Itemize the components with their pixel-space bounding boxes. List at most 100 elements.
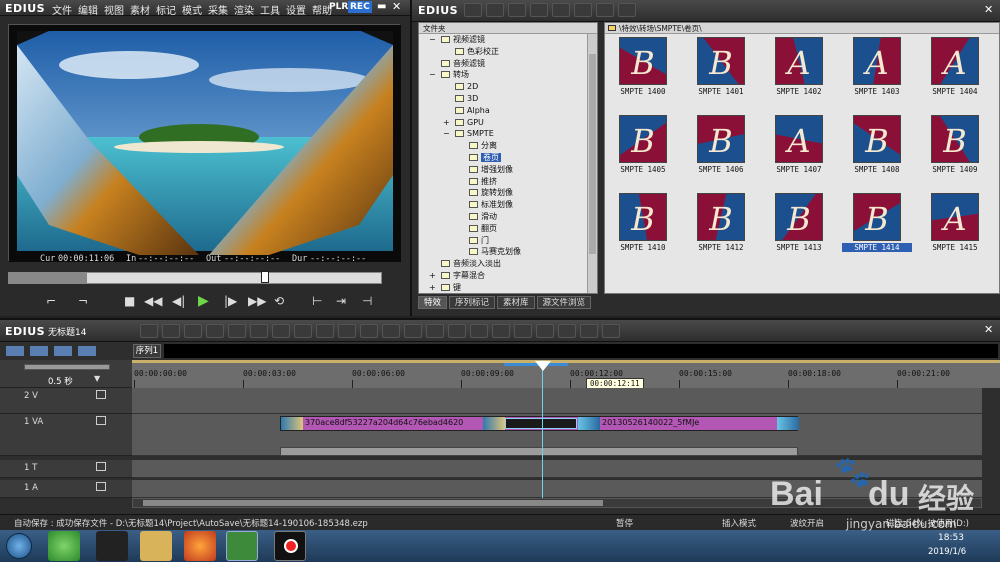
tree-item[interactable]: 2D <box>419 81 597 93</box>
search-icon[interactable] <box>574 3 592 17</box>
tree-item[interactable]: 马赛克划像 <box>419 246 597 258</box>
prev-frame-icon[interactable]: ◀| <box>172 294 185 308</box>
render-icon[interactable] <box>514 324 532 338</box>
thumbnail-label[interactable]: SMPTE 1401 <box>686 87 756 96</box>
up-icon[interactable] <box>486 3 504 17</box>
transition-thumbnail[interactable]: B <box>697 37 745 85</box>
audio-waveform-clip[interactable] <box>280 447 798 456</box>
tree-item[interactable]: − SMPTE <box>419 128 597 140</box>
tree-item[interactable]: 音频淡入淡出 <box>419 258 597 270</box>
track-toggle-icon[interactable] <box>96 462 106 471</box>
zoom-slider[interactable] <box>24 364 110 370</box>
undo-icon[interactable] <box>382 324 400 338</box>
tree-item[interactable]: 门 <box>419 235 597 247</box>
thumbnail-label[interactable]: SMPTE 1409 <box>920 165 990 174</box>
playback-scrubber[interactable] <box>8 271 382 284</box>
title-icon[interactable] <box>470 324 488 338</box>
transition-icon[interactable] <box>448 324 466 338</box>
folder-icon[interactable] <box>464 3 482 17</box>
stop-icon[interactable]: ■ <box>124 294 135 308</box>
tree-scrollbar[interactable] <box>587 34 597 293</box>
track-header[interactable]: 1 VA <box>0 414 132 456</box>
transition-thumbnail[interactable]: B <box>931 115 979 163</box>
copy-clip-icon[interactable] <box>272 324 290 338</box>
clock-time[interactable]: 18:53 <box>938 533 964 543</box>
transition-thumbnail[interactable]: B <box>619 37 667 85</box>
playhead-handle[interactable] <box>535 361 551 371</box>
tree-item[interactable]: 推挤 <box>419 176 597 188</box>
tree-item[interactable]: 3D <box>419 93 597 105</box>
transition-thumbnail[interactable]: A <box>775 115 823 163</box>
overwrite-icon[interactable]: ⇥ <box>336 294 346 308</box>
explorer-icon[interactable] <box>140 531 172 561</box>
transition-thumbnail[interactable]: B <box>853 115 901 163</box>
tree-item[interactable]: 滑动 <box>419 211 597 223</box>
tree-item[interactable]: − 视频滤镜 <box>419 34 597 46</box>
tree-toggle-icon[interactable]: + <box>429 282 436 293</box>
sequence-tab[interactable]: 序列1 <box>133 344 161 358</box>
transition-thumbnail[interactable]: A <box>931 193 979 241</box>
thumbnail-label[interactable]: SMPTE 1408 <box>842 165 912 174</box>
transition-thumbnail[interactable]: A <box>931 37 979 85</box>
tree-toggle-icon[interactable]: − <box>443 128 450 140</box>
transition-thumbnail[interactable]: B <box>697 193 745 241</box>
transition-block[interactable] <box>505 418 577 429</box>
thumbnail-label[interactable]: SMPTE 1404 <box>920 87 990 96</box>
transition-thumbnail[interactable]: B <box>775 193 823 241</box>
set-out-icon[interactable]: ¬ <box>78 294 88 308</box>
fast-forward-icon[interactable]: ▶▶ <box>248 294 266 308</box>
playhead-line[interactable] <box>542 360 543 500</box>
transition-thumbnail[interactable]: B <box>619 115 667 163</box>
thumbnail-label[interactable]: SMPTE 1410 <box>608 243 678 252</box>
thumbnail-label[interactable]: SMPTE 1414 <box>842 243 912 252</box>
minimize-icon[interactable]: ▬ <box>377 1 386 12</box>
tree-scroll-thumb[interactable] <box>589 54 596 254</box>
tree-item[interactable]: 翻页 <box>419 223 597 235</box>
marker-icon[interactable] <box>426 324 444 338</box>
thumbnail-label[interactable]: SMPTE 1415 <box>920 243 990 252</box>
start-button[interactable] <box>6 533 32 559</box>
edius-taskbar-icon[interactable] <box>226 531 258 561</box>
import-icon[interactable] <box>184 324 202 338</box>
tree-item[interactable]: 标准划像 <box>419 199 597 211</box>
cut-icon[interactable] <box>250 324 268 338</box>
video-clip-track[interactable]: 370ace8df53227a204d64c76ebad4620 2013052… <box>280 416 799 431</box>
tree-toggle-icon[interactable]: + <box>429 270 436 282</box>
tree-item[interactable]: Alpha <box>419 105 597 117</box>
tree-item[interactable]: + 键 <box>419 282 597 293</box>
effects-tab[interactable]: 源文件浏览 <box>536 296 592 309</box>
timeline-ruler[interactable]: 00:00:00:00 00:00:03:00 00:00:06:00 00:00:0… <box>132 360 1000 388</box>
track-header[interactable]: 1 T <box>0 460 132 478</box>
tree-item[interactable]: 旋转划像 <box>419 187 597 199</box>
loop-icon[interactable]: ⟲ <box>274 294 284 308</box>
rec-button[interactable]: REC <box>348 1 372 13</box>
tree-toggle-icon[interactable]: − <box>429 34 436 46</box>
scrubber-handle[interactable] <box>261 271 269 283</box>
effects-tab[interactable]: 序列标记 <box>449 296 496 309</box>
thumbnail-label[interactable]: SMPTE 1407 <box>764 165 834 174</box>
paste-icon[interactable] <box>530 3 548 17</box>
record-icon[interactable] <box>580 324 598 338</box>
play-icon[interactable]: ▶ <box>198 293 209 309</box>
thumbnail-label[interactable]: SMPTE 1413 <box>764 243 834 252</box>
transition-thumbnail[interactable]: B <box>697 115 745 163</box>
voiceover-icon[interactable] <box>492 324 510 338</box>
copy-icon[interactable] <box>508 3 526 17</box>
thumbnail-label[interactable]: SMPTE 1412 <box>686 243 756 252</box>
clock-date[interactable]: 2019/1/6 <box>928 547 966 557</box>
sync-icon[interactable] <box>558 324 576 338</box>
paste-clip-icon[interactable] <box>294 324 312 338</box>
thumbnail-label[interactable]: SMPTE 1403 <box>842 87 912 96</box>
effects-tab[interactable]: 素材库 <box>497 296 535 309</box>
mode-icon-4[interactable] <box>78 346 96 356</box>
mode-icon-3[interactable] <box>54 346 72 356</box>
effects-close-icon[interactable]: ✕ <box>984 3 993 16</box>
close-icon[interactable]: ✕ <box>392 0 401 13</box>
tree-item[interactable]: 色彩校正 <box>419 46 597 58</box>
qq-icon[interactable] <box>96 531 128 561</box>
mode-icon-1[interactable] <box>6 346 24 356</box>
timeline-close-icon[interactable]: ✕ <box>984 323 993 336</box>
ripple-delete-icon[interactable] <box>360 324 378 338</box>
zoom-value[interactable]: 0.5 秒 <box>48 375 73 387</box>
track-lane[interactable] <box>132 388 982 414</box>
